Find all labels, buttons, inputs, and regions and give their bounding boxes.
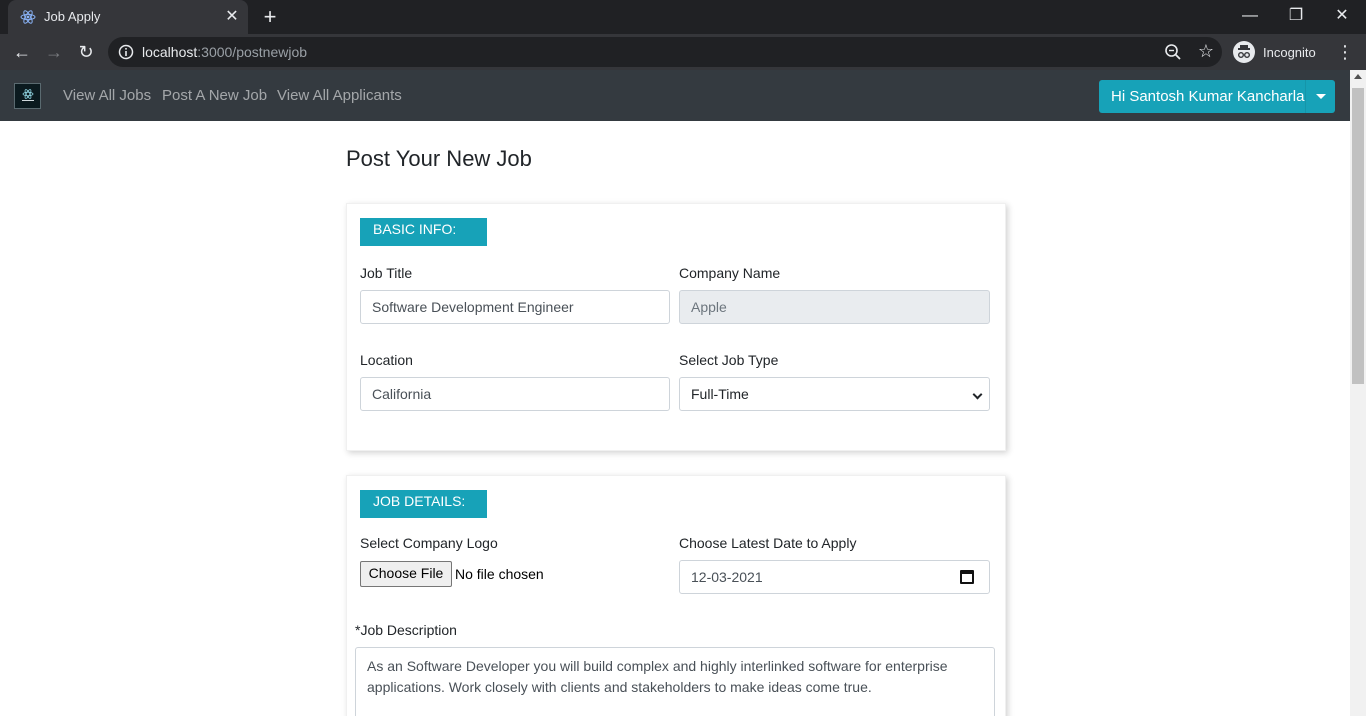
job-description-label: *Job Description (355, 622, 457, 638)
tab-title: Job Apply (44, 9, 101, 24)
job-description-textarea[interactable]: As an Software Developer you will build … (355, 647, 995, 716)
job-type-value: Full-Time (691, 386, 749, 402)
back-icon[interactable]: ← (10, 40, 34, 64)
location-label: Location (360, 352, 413, 368)
nav-view-all-applicants[interactable]: View All Applicants (277, 87, 402, 104)
minimize-icon[interactable]: — (1236, 4, 1264, 28)
browser-menu-icon[interactable]: ⋮ (1336, 40, 1354, 64)
page-scrollbar[interactable] (1350, 70, 1366, 716)
split-divider (1305, 80, 1306, 113)
basic-info-header: BASIC INFO: (360, 218, 487, 246)
scroll-up-arrow-icon[interactable] (1354, 74, 1362, 79)
job-title-input[interactable]: Software Development Engineer (360, 290, 670, 324)
close-tab-icon[interactable]: ✕ (224, 9, 240, 25)
user-menu-button[interactable]: Hi Santosh Kumar Kancharla (1099, 80, 1335, 113)
url-host: localhost (142, 44, 198, 60)
incognito-icon (1233, 41, 1255, 63)
choose-file-button[interactable]: Choose File (360, 561, 452, 587)
restore-icon[interactable]: ❐ (1282, 4, 1310, 28)
job-type-label: Select Job Type (679, 352, 779, 368)
company-logo-label: Select Company Logo (360, 535, 498, 551)
forward-icon[interactable]: → (42, 40, 66, 64)
zoom-icon[interactable] (1164, 43, 1182, 61)
job-type-select[interactable]: Full-Time (679, 377, 990, 411)
apply-date-label: Choose Latest Date to Apply (679, 535, 857, 551)
incognito-indicator[interactable]: Incognito (1233, 38, 1316, 66)
site-info-icon[interactable] (118, 44, 134, 60)
job-details-card: JOB DETAILS: Select Company Logo Choose … (346, 475, 1006, 716)
chevron-down-icon (972, 389, 983, 400)
basic-info-card: BASIC INFO: Job Title Software Developme… (346, 203, 1006, 451)
url-text: localhost:3000/postnewjob (142, 44, 307, 60)
apply-date-input[interactable]: 12-03-2021 (679, 560, 990, 594)
user-greeting: Hi Santosh Kumar Kancharla (1111, 88, 1305, 105)
app-logo[interactable] (14, 83, 41, 109)
incognito-label: Incognito (1263, 44, 1316, 60)
file-status: No file chosen (455, 566, 544, 582)
nav-view-all-jobs[interactable]: View All Jobs (63, 87, 151, 104)
dropdown-caret-icon[interactable] (1316, 94, 1326, 99)
calendar-icon[interactable] (960, 570, 974, 584)
job-title-label: Job Title (360, 265, 413, 281)
browser-tab[interactable]: Job Apply ✕ (8, 0, 248, 34)
scrollbar-thumb[interactable] (1352, 88, 1364, 384)
reload-icon[interactable]: ↻ (74, 40, 98, 64)
react-icon (20, 9, 36, 25)
new-tab-icon[interactable]: + (258, 6, 282, 30)
company-name-label: Company Name (679, 265, 781, 281)
browser-tab-bar: Job Apply ✕ + — ❐ ✕ (0, 0, 1366, 34)
bookmark-star-icon[interactable]: ☆ (1196, 41, 1216, 61)
location-input[interactable]: California (360, 377, 670, 411)
address-bar[interactable]: localhost:3000/postnewjob ☆ (108, 37, 1222, 67)
close-window-icon[interactable]: ✕ (1328, 4, 1356, 28)
apply-date-value: 12-03-2021 (691, 569, 763, 585)
nav-post-new-job[interactable]: Post A New Job (162, 87, 267, 104)
url-path: :3000/postnewjob (197, 44, 308, 60)
browser-toolbar: ← → ↻ localhost:3000/postnewjob ☆ Incogn… (0, 34, 1366, 70)
job-details-header: JOB DETAILS: (360, 490, 487, 518)
company-name-input[interactable]: Apple (679, 290, 990, 324)
page-title: Post Your New Job (346, 146, 532, 171)
app-navbar: View All Jobs Post A New Job View All Ap… (0, 70, 1350, 121)
